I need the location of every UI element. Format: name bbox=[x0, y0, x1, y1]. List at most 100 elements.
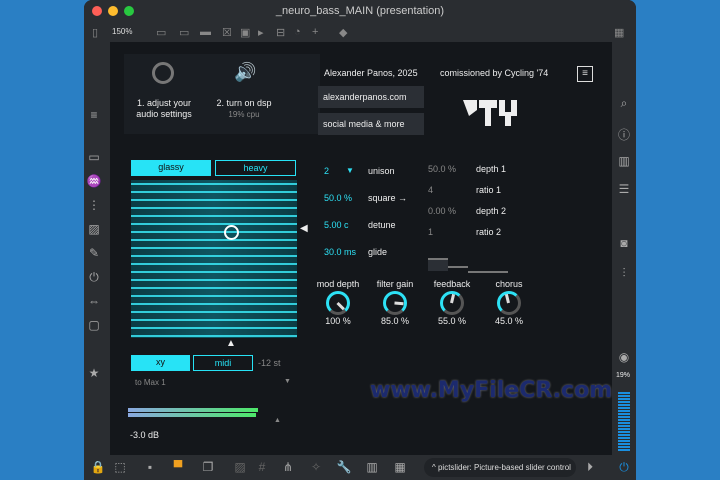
window-title: _neuro_bass_MAIN (presentation) bbox=[275, 5, 445, 17]
debug-icon[interactable]: ✧ bbox=[306, 460, 326, 474]
button-icon[interactable]: ☒ bbox=[222, 26, 232, 39]
sidebar-toggle-icon[interactable]: ▯ bbox=[92, 26, 98, 39]
background-icon[interactable]: ▪ bbox=[140, 460, 160, 474]
menu-icon[interactable]: ≡ bbox=[84, 108, 104, 122]
midi-icon[interactable]: ⋮ bbox=[84, 198, 104, 212]
comment-icon[interactable]: ▬ bbox=[200, 26, 211, 38]
minimize-button[interactable] bbox=[108, 6, 118, 16]
lock-icon[interactable]: 🔒 bbox=[88, 460, 108, 474]
slider-icon[interactable]: ⊟ bbox=[276, 26, 285, 39]
param-value[interactable]: 50.0 % bbox=[324, 193, 352, 203]
info-icon[interactable]: ⓘ bbox=[614, 126, 634, 143]
author-label: Alexander Panos, 2025 bbox=[324, 68, 418, 78]
param-value[interactable]: 30.0 ms bbox=[324, 247, 356, 257]
xy-spectrogram-pad[interactable] bbox=[131, 180, 297, 338]
volume-meter[interactable] bbox=[618, 392, 630, 452]
knob-label: filter gain bbox=[376, 279, 414, 289]
inspector-icon[interactable]: ▭ bbox=[84, 150, 104, 164]
mod-value[interactable]: 4 bbox=[428, 185, 433, 195]
maximize-button[interactable] bbox=[124, 6, 134, 16]
step2-label: 2. turn on dsp bbox=[216, 98, 272, 108]
add-icon[interactable]: + bbox=[312, 26, 318, 38]
dial-knob[interactable] bbox=[326, 291, 350, 315]
param-value[interactable]: 2 bbox=[324, 166, 329, 176]
knob-value: 55.0 % bbox=[437, 316, 467, 326]
title-bar: _neuro_bass_MAIN (presentation) bbox=[84, 0, 636, 22]
dial-icon[interactable]: ◔ bbox=[294, 26, 301, 38]
tab-xy[interactable]: xy bbox=[131, 355, 190, 371]
grid-icon[interactable]: ▦ bbox=[614, 26, 624, 39]
keyboard-icon[interactable]: ▦ bbox=[390, 460, 410, 474]
toolbar: ▯ 150% ▭ ▭ ▬ ☒ ▣ ▸ ⊟ ◔ + ◆ ▦ bbox=[84, 22, 636, 42]
mute-icon[interactable]: ▨ bbox=[230, 460, 250, 474]
piano-icon[interactable]: ▥ bbox=[362, 460, 382, 474]
book-icon[interactable]: ▥ bbox=[614, 154, 634, 168]
chevron-down-icon[interactable]: ▼ bbox=[284, 378, 291, 385]
layers-icon[interactable]: ❐ bbox=[198, 460, 218, 474]
tab-heavy[interactable]: heavy bbox=[215, 160, 296, 176]
camera-icon[interactable]: ◙ bbox=[614, 236, 634, 250]
power-icon[interactable]: ⏻ bbox=[614, 460, 634, 475]
cpu-percent: 19% bbox=[616, 372, 631, 379]
audio-icon[interactable]: ♒ bbox=[84, 174, 104, 188]
mod-value[interactable]: 1 bbox=[428, 227, 433, 237]
dial-knob[interactable] bbox=[440, 291, 464, 315]
bottom-toolbar: 🔒 ⬚ ▪ ▀ ❐ ▨ # ⋔ ✧ 🔧 ▥ ▦ ^ pictslider: Pi… bbox=[84, 455, 636, 480]
x-slider-arrow-icon[interactable]: ▲ bbox=[226, 338, 236, 349]
tab-midi[interactable]: midi bbox=[193, 355, 253, 371]
mod-value[interactable]: 50.0 % bbox=[428, 164, 456, 174]
setup-panel: 1. adjust your audio settings 🔊 2. turn … bbox=[124, 54, 320, 134]
tab-glassy[interactable]: glassy bbox=[131, 160, 211, 176]
play-icon[interactable]: ⏵ bbox=[580, 460, 600, 475]
website-link[interactable]: alexanderpanos.com bbox=[318, 86, 424, 108]
knob-label: mod depth bbox=[316, 279, 360, 289]
image-icon[interactable]: ▨ bbox=[84, 222, 104, 236]
commission-label: comissioned by Cycling '74 bbox=[440, 68, 549, 78]
grid-toggle-icon[interactable]: # bbox=[252, 460, 272, 474]
object-icon[interactable]: ▭ bbox=[156, 26, 166, 39]
presentation-icon[interactable]: ▀ bbox=[168, 460, 188, 474]
mod-envelope-display[interactable] bbox=[468, 271, 508, 273]
zoom-select[interactable]: 150% bbox=[112, 27, 132, 36]
gain-label: -3.0 dB bbox=[130, 430, 160, 440]
xy-cursor[interactable] bbox=[224, 225, 239, 240]
transpose-label: -12 st bbox=[258, 358, 281, 368]
number-icon[interactable]: ▸ bbox=[258, 26, 264, 39]
mod-label: depth 1 bbox=[476, 164, 507, 174]
gain-slider-thumb[interactable]: ▲ bbox=[274, 417, 281, 424]
meter-right bbox=[128, 413, 256, 417]
route-icon[interactable]: ⇔ bbox=[84, 294, 104, 308]
wrench-icon[interactable]: 🔧 bbox=[334, 460, 354, 474]
attach-icon[interactable]: ✎ bbox=[84, 246, 104, 260]
status-hint-text: pictslider: Picture-based slider control bbox=[437, 463, 571, 472]
audio-settings-button[interactable] bbox=[152, 62, 174, 84]
social-link[interactable]: social media & more bbox=[318, 113, 424, 135]
mixer-icon[interactable]: ⫶ bbox=[614, 266, 634, 281]
y-slider-arrow-icon[interactable]: ◀ bbox=[300, 223, 308, 234]
select-icon[interactable]: ⬚ bbox=[110, 460, 130, 474]
hierarchy-icon[interactable]: ⋔ bbox=[278, 460, 298, 474]
close-button[interactable] bbox=[92, 6, 102, 16]
mod-label: ratio 2 bbox=[476, 227, 502, 237]
notes-icon[interactable]: ≡ bbox=[577, 66, 593, 82]
star-icon[interactable]: ★ bbox=[84, 366, 104, 380]
message-icon[interactable]: ▭ bbox=[179, 26, 189, 39]
output-route-select[interactable]: to Max 1 bbox=[135, 378, 166, 387]
dial-knob[interactable] bbox=[383, 291, 407, 315]
speaker-icon[interactable]: 🔊 bbox=[234, 62, 256, 83]
mod-value[interactable]: 0.00 % bbox=[428, 206, 456, 216]
param-label: detune bbox=[368, 220, 396, 230]
knob-value: 85.0 % bbox=[380, 316, 410, 326]
toggle-icon[interactable]: ▣ bbox=[240, 26, 250, 39]
chevron-down-icon[interactable]: ▼ bbox=[346, 166, 354, 175]
dsp-icon[interactable]: ◉ bbox=[614, 350, 634, 364]
step1-label: 1. adjust your bbox=[136, 98, 192, 108]
param-value[interactable]: 5.00 c bbox=[324, 220, 349, 230]
plug-icon[interactable]: ⏻ bbox=[84, 270, 104, 285]
paint-bucket-icon[interactable]: ◆ bbox=[339, 26, 347, 39]
list-icon[interactable]: ☰ bbox=[614, 182, 634, 196]
search-icon[interactable]: ⌕ bbox=[614, 96, 634, 111]
mod-label: depth 2 bbox=[476, 206, 507, 216]
frame-icon[interactable]: ▢ bbox=[84, 318, 104, 332]
dial-knob[interactable] bbox=[497, 291, 521, 315]
